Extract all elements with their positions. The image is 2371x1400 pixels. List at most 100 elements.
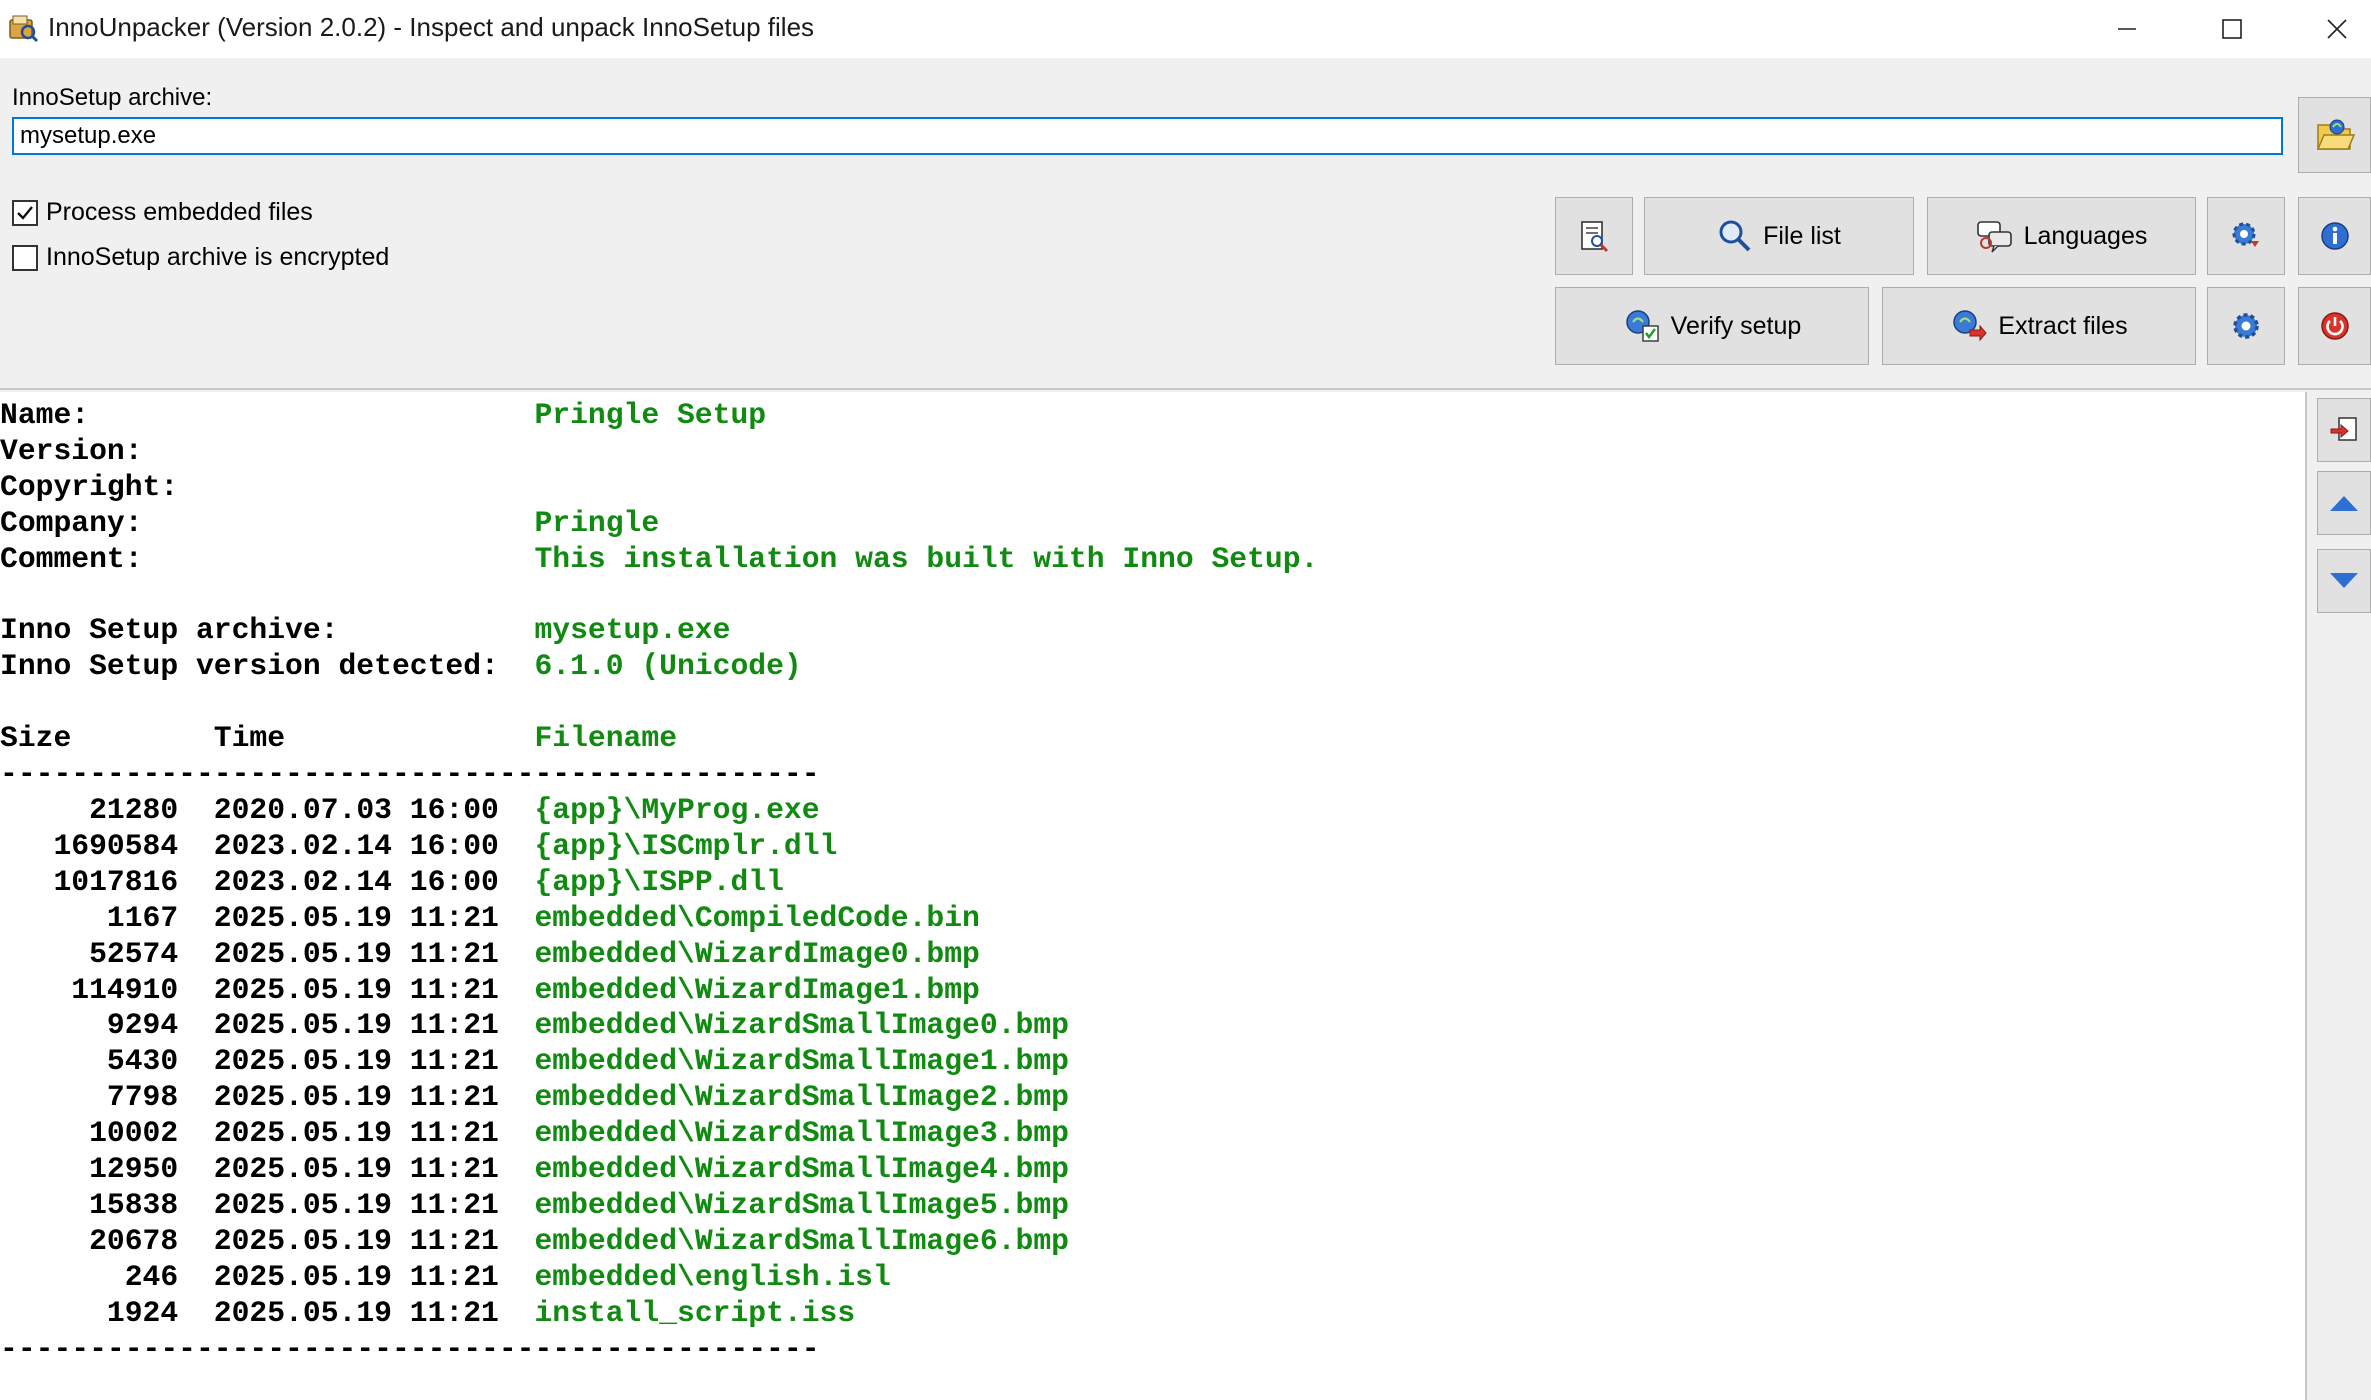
languages-label: Languages	[2023, 221, 2148, 250]
extract-files-button[interactable]: Extract files	[1882, 287, 2196, 365]
separator-line: ----------------------------------------…	[0, 757, 820, 792]
file-time: 2025.05.19 11:21	[213, 936, 535, 971]
info-label: Name:	[0, 398, 535, 432]
table-row: 5430 2025.05.19 11:21 embedded\WizardSma…	[0, 1044, 1069, 1078]
info-button[interactable]	[2298, 197, 2371, 275]
file-name: embedded\WizardSmallImage3.bmp	[534, 1116, 1069, 1151]
file-size: 5430	[0, 1044, 214, 1079]
table-row: 1690584 2023.02.14 16:00 {app}\ISCmplr.d…	[0, 829, 837, 863]
close-button[interactable]	[2285, 0, 2371, 58]
column-header-size: Size	[0, 721, 214, 756]
minimize-button[interactable]	[2075, 0, 2179, 58]
file-size: 7798	[0, 1080, 214, 1115]
table-row: 114910 2025.05.19 11:21 embedded\WizardI…	[0, 973, 980, 1007]
info-label: Copyright:	[0, 469, 535, 504]
file-list-label: File list	[1763, 221, 1841, 250]
column-header-time: Time	[213, 721, 535, 756]
file-name: {app}\ISPP.dll	[534, 864, 784, 899]
extract-arrow-icon	[1953, 310, 1988, 342]
power-icon	[2320, 312, 2349, 340]
magnifier-icon	[1719, 220, 1751, 252]
info-row: Company: Pringle	[0, 506, 659, 540]
options-button[interactable]	[2207, 287, 2285, 365]
file-size: 20678	[0, 1223, 214, 1258]
file-name: embedded\WizardImage1.bmp	[534, 972, 980, 1007]
file-size: 246	[0, 1259, 214, 1294]
file-size: 10002	[0, 1116, 214, 1151]
table-row: 21280 2020.07.03 16:00 {app}\MyProg.exe	[0, 792, 820, 827]
file-time: 2025.05.19 11:21	[213, 1152, 535, 1187]
table-row: 246 2025.05.19 11:21 embedded\english.is…	[0, 1260, 891, 1294]
maximize-button[interactable]	[2180, 0, 2284, 58]
file-name: embedded\WizardSmallImage0.bmp	[534, 1008, 1069, 1043]
info-value: Pringle Setup	[534, 398, 767, 432]
file-size: 1167	[0, 900, 214, 935]
info-icon	[2320, 222, 2349, 250]
encrypted-label: InnoSetup archive is encrypted	[46, 243, 390, 271]
verify-setup-button[interactable]: Verify setup	[1555, 287, 1869, 365]
view-document-button[interactable]	[1555, 197, 1633, 275]
file-time: 2025.05.19 11:21	[213, 972, 535, 1007]
archive-label: InnoSetup archive:	[12, 84, 213, 111]
info-row: Copyright:	[0, 470, 534, 504]
archive-input[interactable]	[12, 117, 2283, 155]
gear-icon	[2232, 222, 2259, 247]
scroll-down-button[interactable]	[2317, 549, 2371, 613]
file-name: embedded\WizardSmallImage2.bmp	[534, 1080, 1069, 1115]
column-header-filename: Filename	[534, 721, 678, 756]
file-time: 2025.05.19 11:21	[213, 1008, 535, 1043]
title-bar: InnoUnpacker (Version 2.0.2) - Inspect a…	[0, 0, 2371, 58]
table-row: 52574 2025.05.19 11:21 embedded\WizardIm…	[0, 937, 980, 971]
checkbox-checked[interactable]	[12, 199, 38, 226]
file-size: 1017816	[0, 864, 214, 899]
file-name: embedded\WizardSmallImage4.bmp	[534, 1152, 1069, 1187]
table-row: 15838 2025.05.19 11:21 embedded\WizardSm…	[0, 1188, 1069, 1222]
file-size: 21280	[0, 792, 214, 827]
info-label: Version:	[0, 433, 535, 468]
file-name: {app}\MyProg.exe	[534, 792, 820, 827]
copy-output-button[interactable]	[2317, 398, 2371, 462]
scroll-up-button[interactable]	[2317, 471, 2371, 535]
info-label: Comment:	[0, 541, 535, 576]
table-separator: ----------------------------------------…	[0, 757, 820, 791]
file-name: embedded\WizardImage0.bmp	[534, 936, 980, 971]
document-search-icon	[1581, 221, 1609, 253]
process-embedded-label: Process embedded files	[46, 198, 313, 226]
open-folder-icon	[2316, 119, 2355, 150]
archive-info-label: Inno Setup archive:	[0, 613, 535, 648]
file-name: embedded\english.isl	[534, 1259, 891, 1294]
close-icon	[2327, 19, 2347, 39]
browse-button[interactable]	[2298, 97, 2371, 173]
info-row: Version:	[0, 434, 534, 468]
table-separator: ----------------------------------------…	[0, 1332, 820, 1366]
speech-bubbles-icon	[1976, 221, 2012, 253]
toolbar-separator	[0, 388, 2371, 390]
table-row: 9294 2025.05.19 11:21 embedded\WizardSma…	[0, 1008, 1069, 1042]
archive-info-value: 6.1.0 (Unicode)	[534, 649, 802, 684]
file-size: 52574	[0, 936, 214, 971]
exit-button[interactable]	[2298, 287, 2371, 365]
file-time: 2025.05.19 11:21	[213, 1044, 535, 1079]
file-name: embedded\WizardSmallImage6.bmp	[534, 1223, 1069, 1258]
file-name: install_script.iss	[534, 1295, 856, 1330]
info-value: Pringle	[534, 505, 660, 540]
file-time: 2023.02.14 16:00	[213, 864, 535, 899]
encrypted-checkbox[interactable]: InnoSetup archive is encrypted	[12, 243, 389, 272]
file-list-button[interactable]: File list	[1644, 197, 1914, 275]
triangle-up-icon	[2330, 496, 2358, 511]
output-panel[interactable]: Name: Pringle Setup Version: Copyright: …	[0, 392, 2307, 1400]
app-icon	[9, 15, 39, 43]
info-value: This installation was built with Inno Se…	[534, 541, 1319, 576]
process-embedded-checkbox[interactable]: Process embedded files	[12, 198, 313, 227]
output-text: Name: Pringle Setup Version: Copyright: …	[0, 398, 1318, 1367]
file-size: 114910	[0, 972, 214, 1007]
file-name: {app}\ISCmplr.dll	[534, 828, 838, 863]
triangle-down-icon	[2330, 573, 2358, 588]
file-size: 15838	[0, 1187, 214, 1222]
checkbox-unchecked[interactable]	[12, 244, 38, 271]
table-row: 7798 2025.05.19 11:21 embedded\WizardSma…	[0, 1080, 1069, 1114]
languages-button[interactable]: Languages	[1927, 197, 2196, 275]
table-row: 1167 2025.05.19 11:21 embedded\CompiledC…	[0, 901, 980, 935]
table-header: Size Time Filename	[0, 721, 677, 755]
settings-button[interactable]	[2207, 197, 2285, 275]
